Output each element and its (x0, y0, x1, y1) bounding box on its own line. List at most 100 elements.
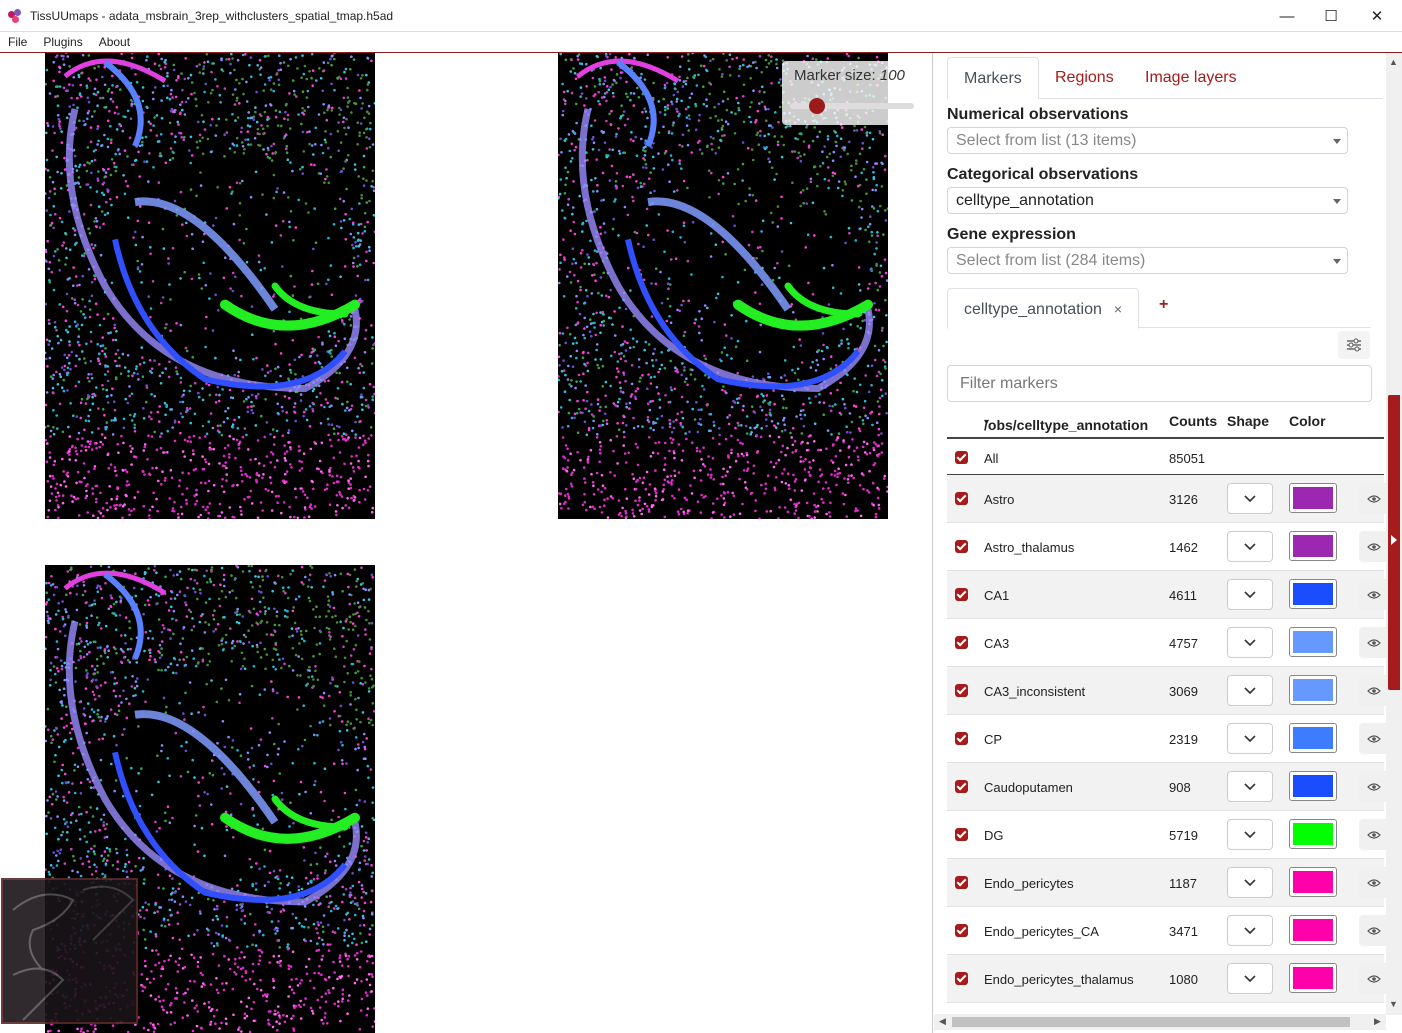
row-count: 4611 (1169, 588, 1197, 603)
header-name-text: /obs/celltype_annotation (984, 417, 1149, 433)
menu-about[interactable]: About (91, 35, 138, 49)
eye-icon-button[interactable] (1359, 579, 1389, 610)
tab-celltype-annotation[interactable]: celltype_annotation × (947, 288, 1140, 329)
color-picker[interactable] (1289, 819, 1337, 849)
marker-size-slider-thumb[interactable] (809, 98, 825, 114)
table-row: CA3 4757 (947, 619, 1389, 667)
navigator-minimap[interactable] (1, 878, 138, 1024)
checkbox-all[interactable] (955, 451, 968, 464)
horizontal-scrollbar[interactable]: ◀ ▶ (934, 1014, 1386, 1030)
tab-regions[interactable]: Regions (1055, 57, 1114, 99)
add-tab-button[interactable]: + (1159, 296, 1168, 314)
categorical-select-text: celltype_annotation (956, 192, 1094, 209)
color-picker[interactable] (1289, 531, 1337, 561)
color-picker[interactable] (1289, 483, 1337, 513)
shape-dropdown-button[interactable] (1227, 819, 1273, 850)
chevron-down-icon (1333, 259, 1341, 264)
minimap-preview (12, 885, 135, 1021)
color-picker[interactable] (1289, 867, 1337, 897)
eye-icon (1367, 782, 1381, 791)
collapse-panel-handle[interactable] (1388, 395, 1400, 690)
eye-icon (1367, 926, 1381, 935)
categorical-observations-select[interactable]: celltype_annotation (947, 187, 1348, 214)
row-checkbox[interactable] (955, 780, 968, 793)
shape-dropdown-button[interactable] (1227, 723, 1273, 754)
color-picker[interactable] (1289, 675, 1337, 705)
eye-icon-button[interactable] (1359, 867, 1389, 898)
eye-icon-button[interactable] (1359, 675, 1389, 706)
minimize-button[interactable]: — (1264, 0, 1310, 32)
eye-icon-button[interactable] (1359, 771, 1389, 802)
menu-file[interactable]: File (0, 35, 35, 49)
scroll-right-icon[interactable]: ▶ (1374, 1016, 1381, 1027)
shape-dropdown-button[interactable] (1227, 771, 1273, 802)
color-picker[interactable] (1289, 627, 1337, 657)
tissue-image-1[interactable] (45, 53, 375, 519)
color-picker[interactable] (1289, 771, 1337, 801)
gene-expression-label: Gene expression (947, 226, 1076, 243)
row-checkbox[interactable] (955, 492, 968, 505)
shape-dropdown-button[interactable] (1227, 579, 1273, 610)
color-picker[interactable] (1289, 915, 1337, 945)
row-checkbox[interactable] (955, 684, 968, 697)
shape-dropdown-button[interactable] (1227, 531, 1273, 562)
gene-expression-select[interactable]: Select from list (284 items) (947, 247, 1348, 274)
eye-icon-button[interactable] (1359, 819, 1389, 850)
eye-icon-button[interactable] (1359, 915, 1389, 946)
eye-icon-button[interactable] (1359, 723, 1389, 754)
row-count: 85051 (1169, 451, 1206, 466)
shape-dropdown-button[interactable] (1227, 867, 1273, 898)
menu-plugins[interactable]: Plugins (35, 35, 90, 49)
row-checkbox[interactable] (955, 972, 968, 985)
row-checkbox[interactable] (955, 732, 968, 745)
row-checkbox[interactable] (955, 540, 968, 553)
row-checkbox[interactable] (955, 924, 968, 937)
tab-markers[interactable]: Markers (947, 57, 1039, 99)
eye-icon-button[interactable] (1359, 531, 1389, 562)
numerical-observations-select[interactable]: Select from list (13 items) (947, 127, 1348, 154)
eye-icon (1367, 638, 1381, 647)
row-count: 908 (1169, 780, 1191, 795)
close-tab-icon[interactable]: × (1114, 301, 1122, 317)
chevron-down-icon (1244, 830, 1256, 838)
filter-markers-input[interactable]: Filter markers (947, 365, 1372, 402)
color-picker[interactable] (1289, 723, 1337, 753)
row-checkbox[interactable] (955, 876, 968, 889)
color-picker[interactable] (1289, 963, 1337, 993)
row-checkbox[interactable] (955, 828, 968, 841)
row-name: All (984, 451, 999, 466)
subtab-label: celltype_annotation (964, 301, 1102, 318)
color-swatch (1293, 535, 1333, 557)
close-button[interactable]: ✕ (1354, 0, 1400, 32)
horizontal-scrollbar-thumb[interactable] (952, 1017, 1350, 1027)
shape-dropdown-button[interactable] (1227, 963, 1273, 994)
scroll-left-icon[interactable]: ◀ (939, 1016, 946, 1027)
shape-dropdown-button[interactable] (1227, 483, 1273, 514)
eye-icon-button[interactable] (1359, 963, 1389, 994)
maximize-button[interactable]: ☐ (1308, 0, 1354, 32)
color-swatch (1293, 487, 1333, 509)
row-checkbox[interactable] (955, 636, 968, 649)
eye-icon-button[interactable] (1359, 627, 1389, 658)
numerical-observations-label: Numerical observations (947, 106, 1129, 123)
eye-icon-button[interactable] (1359, 483, 1389, 514)
scroll-up-icon[interactable]: ▲ (1389, 57, 1398, 67)
color-swatch (1293, 823, 1333, 845)
eye-icon (1367, 542, 1381, 551)
table-row: CP 2319 (947, 715, 1389, 763)
scroll-down-icon[interactable]: ▼ (1389, 999, 1398, 1009)
app-logo-icon (8, 8, 22, 23)
chevron-down-icon (1333, 139, 1341, 144)
shape-dropdown-button[interactable] (1227, 915, 1273, 946)
row-checkbox[interactable] (955, 588, 968, 601)
row-count: 5719 (1169, 828, 1198, 843)
table-row: Endo_pericytes_thalamus 1080 (947, 955, 1389, 1003)
chevron-down-icon (1244, 926, 1256, 934)
sort-down-icon: ▾ (984, 417, 990, 428)
color-picker[interactable] (1289, 579, 1337, 609)
shape-dropdown-button[interactable] (1227, 675, 1273, 706)
shape-dropdown-button[interactable] (1227, 627, 1273, 658)
image-viewer[interactable]: Marker size: 100 (0, 53, 932, 1033)
tab-image-layers[interactable]: Image layers (1145, 57, 1237, 99)
settings-sliders-button[interactable] (1338, 331, 1370, 359)
